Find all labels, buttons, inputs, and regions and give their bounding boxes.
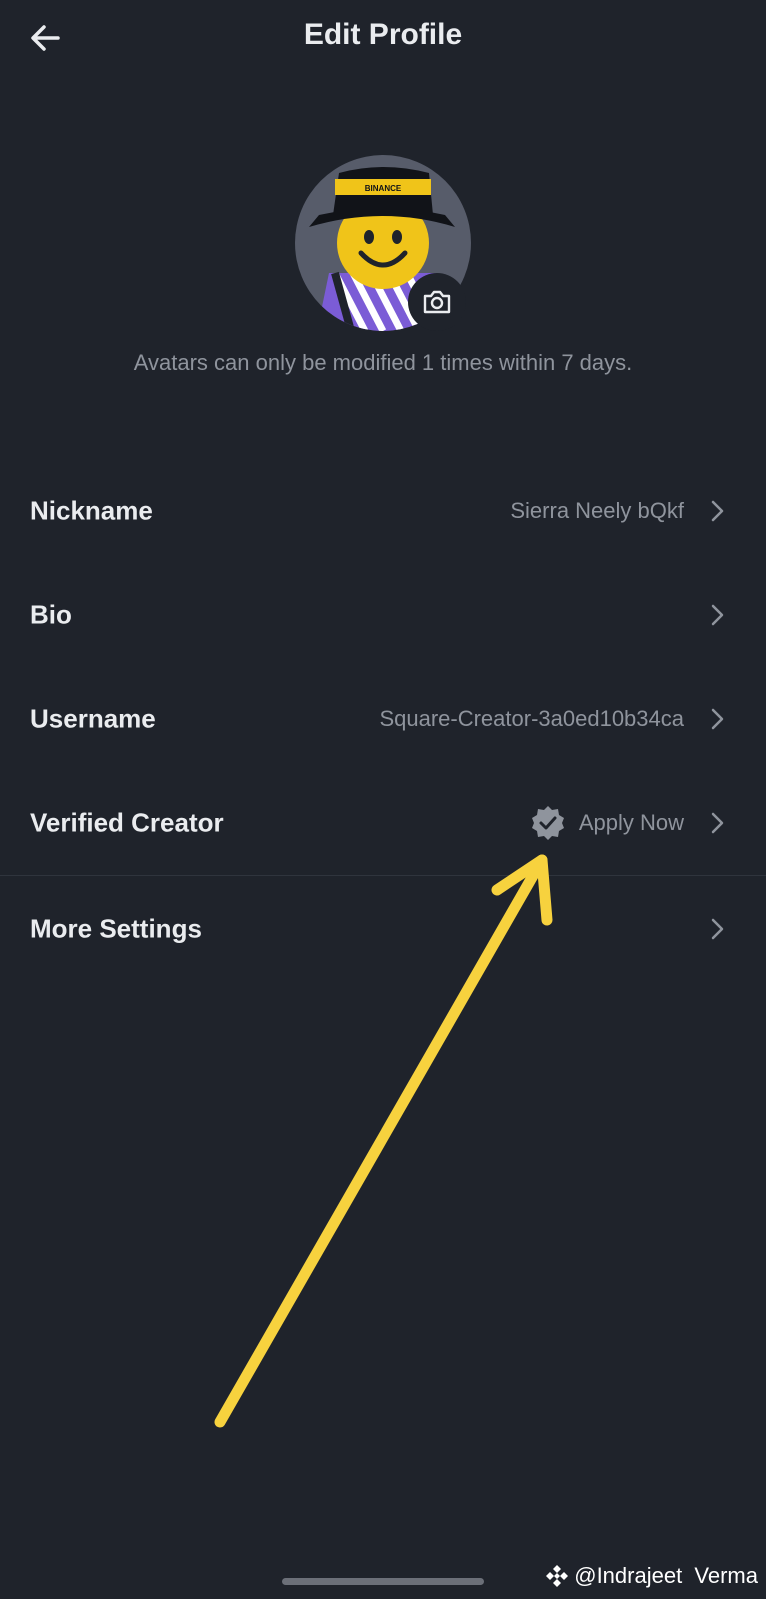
apply-now-text: Apply Now [578,810,684,835]
page-title: Edit Profile [303,18,463,51]
nickname-row[interactable]: Nickname Sierra Neely bQkf [0,459,766,563]
more-settings-row[interactable]: More Settings [0,877,766,981]
avatar-modify-note: Avatars can only be modified 1 times wit… [133,350,633,375]
nickname-value: Sierra Neely bQkf [510,498,684,523]
chevron-right-icon [711,708,724,730]
camera-icon [423,290,451,314]
username-row[interactable]: Username Square-Creator-3a0ed10b34ca [0,667,766,771]
change-avatar-button[interactable] [408,273,466,331]
hat-logo-text: BINANCE [365,184,402,193]
chevron-right-icon [711,918,724,940]
chevron-right-icon [711,812,724,834]
verified-creator-row[interactable]: Verified Creator Apply Now [0,771,766,875]
username-value: Square-Creator-3a0ed10b34ca [379,706,684,731]
bio-row[interactable]: Bio [0,563,766,667]
avatar-section: BINANCE [295,155,471,331]
watermark-text: @Indrajeet Verma [574,1563,758,1588]
chevron-right-icon [711,604,724,626]
verified-creator-value: Apply Now [529,804,684,842]
bio-label: Bio [30,599,72,630]
more-settings-label: More Settings [30,913,202,944]
divider [0,875,766,876]
home-indicator[interactable] [282,1578,484,1585]
verified-creator-label: Verified Creator [30,807,224,838]
header: Edit Profile [0,0,766,80]
nickname-label: Nickname [30,495,153,526]
watermark: @Indrajeet Verma [544,1563,758,1589]
verified-badge-icon [531,806,564,840]
username-label: Username [30,703,156,734]
binance-logo-icon [546,1565,569,1587]
chevron-right-icon [711,500,724,522]
